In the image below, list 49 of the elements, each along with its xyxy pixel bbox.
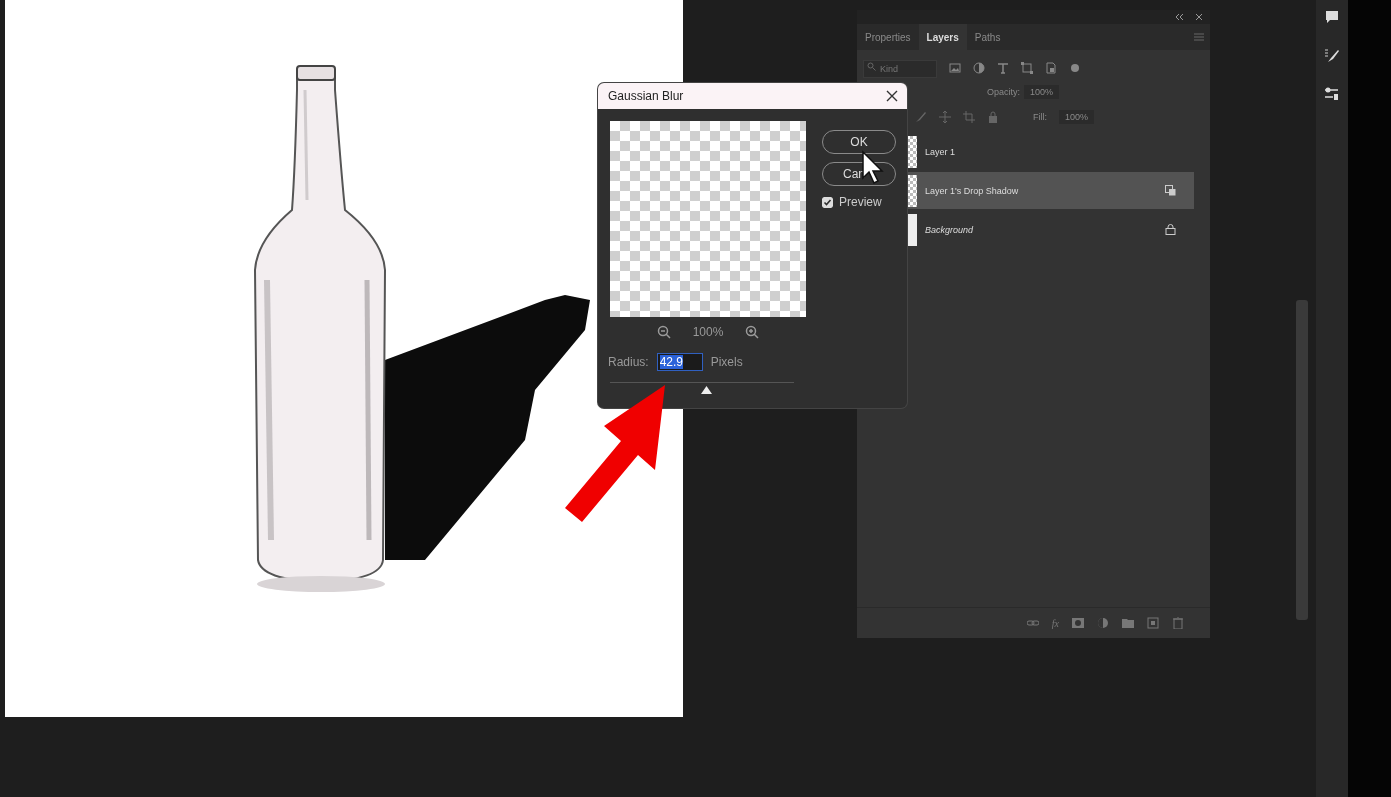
collapse-icon[interactable] [1174,12,1184,22]
close-icon[interactable] [885,89,899,103]
opacity-field[interactable]: 100% [1024,85,1060,99]
move-icon[interactable] [939,111,951,123]
preview-label: Preview [839,195,882,209]
half-circle-icon[interactable] [973,62,985,74]
panel-tab[interactable]: Paths [966,24,1009,50]
new-layer-icon[interactable] [1147,617,1159,629]
layer-thumbnail [907,174,917,207]
brush-icon[interactable] [1323,46,1341,64]
comment-icon[interactable] [1323,8,1341,26]
cursor-icon [861,150,887,186]
layer-name: Layer 1 [925,146,957,157]
mask-icon[interactable] [1072,617,1084,629]
layer-thumbnail [907,213,917,246]
layer-thumbnail [907,135,917,168]
opacity-label: Opacity: [987,87,1020,97]
folder-icon[interactable] [1122,617,1134,629]
filter-field[interactable]: Kind [863,60,937,78]
trash-icon[interactable] [1172,617,1184,629]
image-icon[interactable] [949,62,961,74]
dot-icon[interactable] [1069,62,1081,74]
preview-checkbox[interactable] [822,196,833,208]
type-icon[interactable] [997,62,1009,74]
zoom-level: 100% [692,325,724,339]
layer-name: Background [925,224,975,235]
layer-name: Layer 1's Drop Shadow [925,185,1020,196]
fill-label: Fill: [1033,112,1047,122]
radius-label: Radius: [608,355,649,369]
lock-icon [1165,224,1176,235]
linked-layers-icon [1165,185,1176,196]
lock-icon[interactable] [987,111,999,123]
ok-button[interactable]: OK [822,130,896,154]
zoom-out-icon[interactable] [656,325,671,339]
fill-field[interactable]: 100% [1059,110,1095,124]
panel-tab[interactable]: Properties [857,24,919,50]
document-icon[interactable] [1045,62,1057,74]
zoom-in-icon[interactable] [745,325,760,339]
scrollbar[interactable] [1296,300,1308,620]
close-icon[interactable] [1194,12,1204,22]
half-circle-icon[interactable] [1097,617,1109,629]
dialog-title: Gaussian Blur [608,89,684,103]
transform-icon[interactable] [1021,62,1033,74]
layer-row[interactable]: Layer 1's Drop Shadow [905,172,1194,209]
slider-thumb[interactable] [700,386,712,394]
radius-field[interactable]: 42.9 [656,353,703,371]
panel-tab[interactable]: Layers [918,24,967,50]
link-icon[interactable] [1026,617,1039,629]
unit-label: Pixels [710,355,743,369]
